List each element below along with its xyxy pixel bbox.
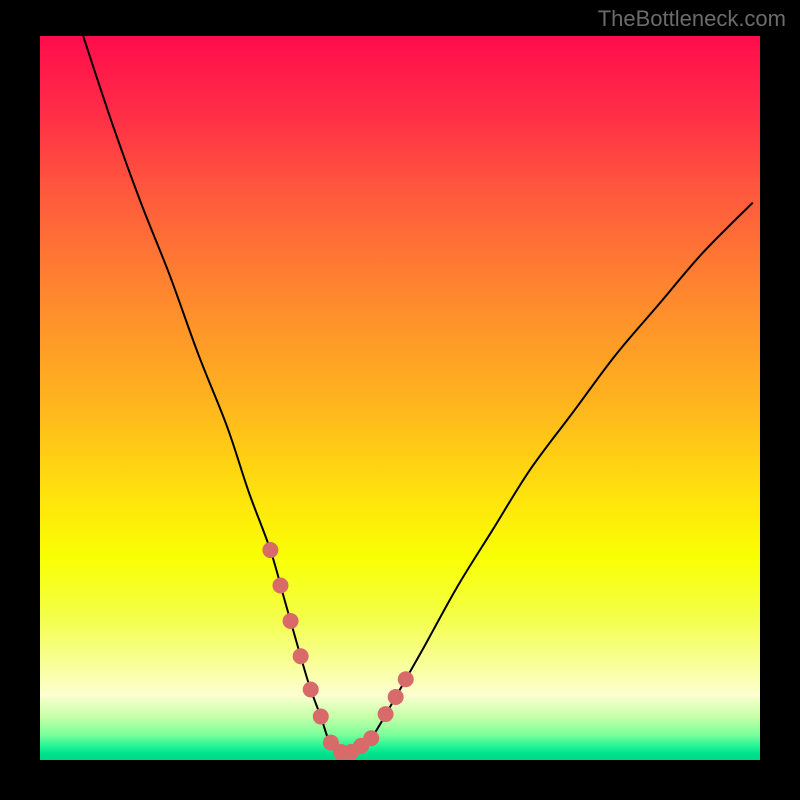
highlight-dot <box>378 706 394 722</box>
plot-area <box>40 36 760 760</box>
highlight-dot <box>283 613 299 629</box>
bottleneck-curve-line <box>83 36 753 753</box>
highlight-dot <box>398 671 414 687</box>
highlight-dot <box>363 730 379 746</box>
highlight-dot <box>303 682 319 698</box>
highlight-dot <box>262 542 278 558</box>
highlight-dot <box>293 648 309 664</box>
watermark-text: TheBottleneck.com <box>598 6 786 32</box>
highlight-dot <box>388 689 404 705</box>
highlight-dot <box>313 709 329 725</box>
highlight-dot <box>272 578 288 594</box>
curve-svg <box>40 36 760 760</box>
